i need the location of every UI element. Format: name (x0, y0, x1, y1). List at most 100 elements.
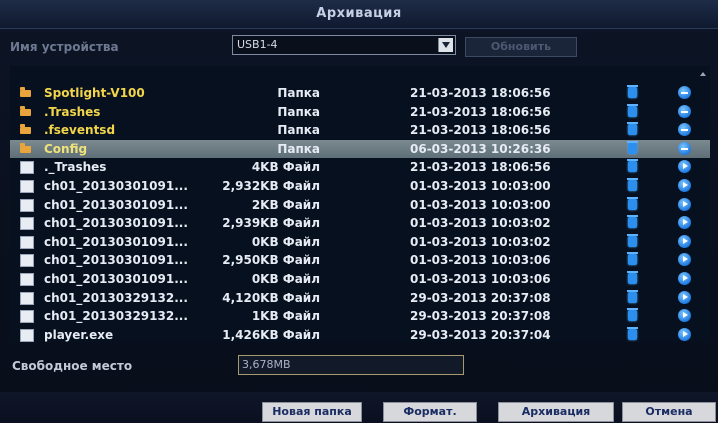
file-row[interactable]: ch01_20130301091... 0KB Файл 01-03-2013 10… (10, 270, 710, 288)
delete-icon[interactable] (627, 234, 638, 247)
folder-row[interactable]: Spotlight-V100 Папка 21-03-2013 18:06:56 (10, 84, 710, 102)
file-row[interactable]: ch01_20130301091... 2,939KB Файл 01-03-201… (10, 214, 710, 232)
file-date: 21-03-2013 18:06:56 (410, 160, 551, 174)
file-date: 29-03-2013 20:37:08 (410, 309, 551, 323)
format-button[interactable]: Формат. (383, 402, 477, 422)
folder-row[interactable]: .Trashes Папка 21-03-2013 18:06:56 (10, 103, 710, 121)
file-name: ch01_20130329132... (44, 309, 188, 323)
file-row[interactable]: ch01_20130301091... 0KB Файл 01-03-2013 10… (10, 233, 710, 251)
file-icon (20, 161, 34, 174)
file-size: 0KB Файл (251, 235, 320, 249)
play-icon[interactable] (678, 328, 691, 341)
file-size: 2,939KB Файл (222, 216, 320, 230)
collapse-icon[interactable] (678, 86, 691, 99)
file-size: Папка (277, 86, 320, 100)
window-title: Архивация (316, 6, 402, 21)
file-name: .Trashes (44, 105, 101, 119)
file-date: 29-03-2013 20:37:08 (410, 291, 551, 305)
collapse-icon[interactable] (678, 142, 691, 155)
delete-icon[interactable] (627, 85, 638, 98)
file-name: ch01_20130329132... (44, 291, 188, 305)
file-icon (20, 254, 34, 267)
file-name: ch01_20130301091... (44, 235, 188, 249)
file-size: 1KB Файл (251, 309, 320, 323)
delete-icon[interactable] (627, 327, 638, 340)
file-size: Папка (277, 123, 320, 137)
play-icon[interactable] (678, 272, 691, 285)
play-icon[interactable] (678, 198, 691, 211)
file-date: 01-03-2013 10:03:06 (410, 253, 551, 267)
folder-icon (20, 143, 31, 153)
file-row[interactable]: ch01_20130329132... 4,120KB Файл 29-03-201… (10, 289, 710, 307)
backup-window: Архивация Имя устройства USB1-4 Обновить… (0, 0, 718, 423)
file-date: 21-03-2013 18:06:56 (410, 86, 551, 100)
file-date: 21-03-2013 18:06:56 (410, 105, 551, 119)
file-icon (20, 292, 34, 305)
file-name: ch01_20130301091... (44, 272, 188, 286)
file-icon (20, 199, 34, 212)
delete-icon[interactable] (627, 215, 638, 228)
file-size: 1,426KB Файл (222, 328, 320, 342)
file-name: player.exe (44, 328, 114, 342)
file-icon (20, 180, 34, 193)
delete-icon[interactable] (627, 252, 638, 265)
play-icon[interactable] (678, 160, 691, 173)
delete-icon[interactable] (627, 271, 638, 284)
delete-icon[interactable] (627, 159, 638, 172)
file-row[interactable]: ._Trashes 4KB Файл 21-03-2013 18:06:56 (10, 158, 710, 176)
delete-icon[interactable] (627, 104, 638, 117)
file-list[interactable]: Spotlight-V100 Папка 21-03-2013 18:06:56 .T… (10, 66, 710, 342)
delete-icon[interactable] (627, 122, 638, 135)
file-row[interactable]: player.exe 1,426KB Файл 29-03-2013 20:37:0… (10, 326, 710, 342)
free-space-label: Свободное место (12, 359, 133, 373)
delete-icon[interactable] (627, 308, 638, 321)
delete-icon[interactable] (627, 290, 638, 303)
file-name: Spotlight-V100 (44, 86, 145, 100)
file-icon (20, 310, 34, 323)
device-select-value: USB1-4 (237, 38, 278, 51)
backup-button[interactable]: Архивация (498, 402, 614, 422)
file-name: ch01_20130301091... (44, 216, 188, 230)
file-row[interactable]: ch01_20130301091... 2,950KB Файл 01-03-201… (10, 251, 710, 269)
chevron-down-icon[interactable] (438, 38, 453, 52)
file-date: 01-03-2013 10:03:02 (410, 216, 551, 230)
file-size: 0KB Файл (251, 272, 320, 286)
device-select[interactable]: USB1-4 (232, 35, 456, 55)
delete-icon[interactable] (627, 178, 638, 191)
file-name: .fseventsd (44, 123, 116, 137)
delete-icon[interactable] (627, 197, 638, 210)
file-icon (20, 217, 34, 230)
cancel-button[interactable]: Отмена (622, 402, 716, 422)
folder-row[interactable]: .fseventsd Папка 21-03-2013 18:06:56 (10, 121, 710, 139)
file-date: 01-03-2013 10:03:00 (410, 179, 551, 193)
file-date: 01-03-2013 10:03:06 (410, 272, 551, 286)
refresh-button[interactable]: Обновить (465, 37, 577, 57)
device-name-label: Имя устройства (10, 40, 119, 54)
file-row[interactable]: ch01_20130329132... 1KB Файл 29-03-2013 20… (10, 307, 710, 325)
delete-icon[interactable] (627, 141, 638, 154)
file-name: ._Trashes (44, 160, 107, 174)
file-row[interactable]: ch01_20130301091... 2,932KB Файл 01-03-201… (10, 177, 710, 195)
play-icon[interactable] (678, 309, 691, 322)
new-folder-button[interactable]: Новая папка (262, 402, 362, 422)
file-name: Config (44, 142, 88, 156)
file-size: Папка (277, 105, 320, 119)
play-icon[interactable] (678, 235, 691, 248)
free-space-value: 3,678MB (242, 358, 291, 371)
play-icon[interactable] (678, 216, 691, 229)
file-size: 2,932KB Файл (222, 179, 320, 193)
file-row[interactable]: ch01_20130301091... 2KB Файл 01-03-2013 10… (10, 196, 710, 214)
file-size: 4,120KB Файл (222, 291, 320, 305)
scroll-up-icon[interactable] (700, 72, 706, 76)
file-name: ch01_20130301091... (44, 253, 188, 267)
play-icon[interactable] (678, 253, 691, 266)
file-date: 29-03-2013 20:37:04 (410, 328, 551, 342)
file-size: 2KB Файл (251, 198, 320, 212)
collapse-icon[interactable] (678, 105, 691, 118)
folder-row[interactable]: Config Папка 06-03-2013 10:26:36 (10, 140, 710, 158)
play-icon[interactable] (678, 179, 691, 192)
play-icon[interactable] (678, 291, 691, 304)
folder-icon (20, 124, 31, 134)
collapse-icon[interactable] (678, 123, 691, 136)
title-bar: Архивация (0, 0, 718, 29)
